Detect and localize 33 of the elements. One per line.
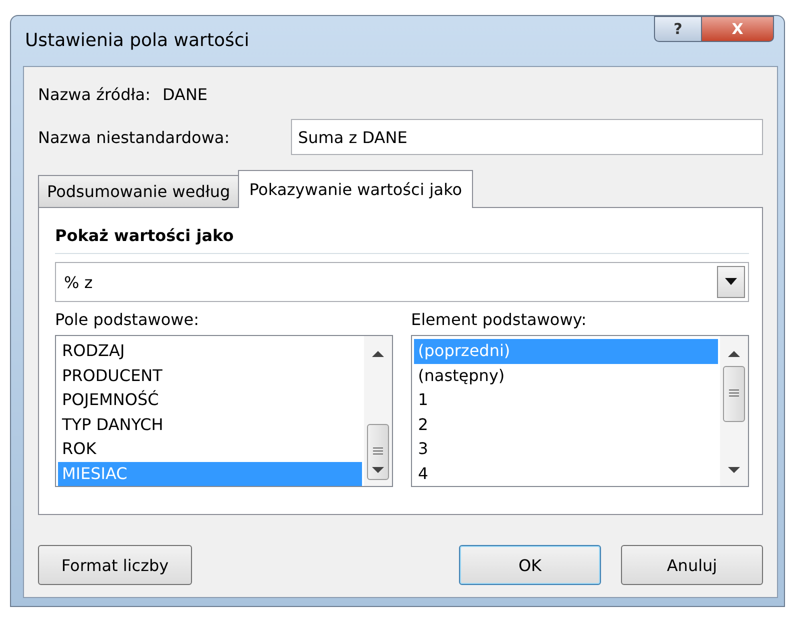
dialog-button[interactable]: OK [459, 545, 601, 585]
show-as-dropdown[interactable]: % z [55, 262, 749, 302]
scroll-up-icon[interactable] [728, 350, 740, 357]
help-button[interactable]: ? [654, 16, 702, 42]
list-item[interactable]: ROK [58, 437, 362, 462]
scrollbar[interactable] [364, 336, 392, 486]
list-item[interactable]: POJEMNOŚĆ [58, 388, 362, 412]
scroll-down-icon[interactable] [728, 467, 740, 474]
tab[interactable]: Pokazywanie wartości jako [238, 170, 474, 208]
custom-name-field[interactable]: Suma z DANE [291, 119, 763, 155]
scrollbar[interactable] [720, 336, 748, 486]
list-item[interactable]: (następny) [414, 364, 718, 388]
list-item[interactable]: 2 [414, 412, 718, 437]
window-title: Ustawienia pola wartości [25, 30, 250, 51]
scroll-up-icon[interactable] [372, 350, 384, 357]
scroll-down-icon[interactable] [372, 467, 384, 474]
tab[interactable]: Podsumowanie według [38, 175, 240, 207]
list-item[interactable]: 3 [414, 437, 718, 462]
dialog-button[interactable]: Format liczby [38, 545, 192, 585]
list-item[interactable]: PRODUCENT [58, 364, 362, 388]
section-title: Pokaż wartości jako [55, 226, 235, 245]
list-item[interactable]: RODZAJ [58, 339, 362, 364]
source-label: Nazwa źródła: [38, 84, 150, 104]
list-item[interactable]: 4 [414, 462, 718, 486]
list-label: Pole podstawowe: [55, 310, 200, 329]
list-item[interactable]: TYP DANYCH [58, 412, 362, 437]
scroll-thumb[interactable] [367, 424, 389, 480]
scroll-thumb[interactable] [723, 366, 745, 422]
dialog-button[interactable]: Anuluj [621, 545, 763, 585]
list-item[interactable]: 1 [414, 388, 718, 412]
custom-name-label: Nazwa niestandardowa: [38, 128, 230, 146]
list-label: Element podstawowy: [411, 310, 588, 329]
source-value: DANE [162, 84, 208, 104]
